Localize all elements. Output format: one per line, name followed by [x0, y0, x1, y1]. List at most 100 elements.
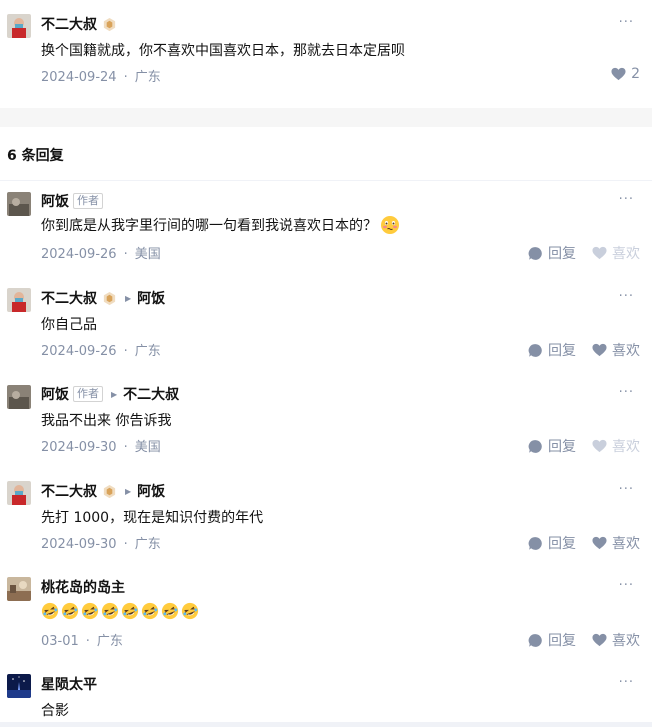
reply-button[interactable]: 回复	[528, 340, 576, 360]
section-divider	[0, 108, 652, 127]
comment-date: 2024-09-26	[41, 344, 117, 359]
comment-bubble-icon	[528, 536, 542, 550]
reply-button[interactable]: 回复	[528, 533, 576, 553]
comment-text: 合影	[41, 703, 69, 719]
avatar[interactable]	[7, 481, 31, 505]
rofl-emoji-icon	[61, 602, 79, 620]
more-dots-icon[interactable]: ···	[619, 192, 634, 207]
author-name[interactable]: 不二大叔	[41, 481, 97, 501]
comment-location: 美国	[134, 440, 161, 455]
reply-button[interactable]: 回复	[528, 243, 576, 263]
reply-to-arrow-icon: ▶	[125, 293, 132, 303]
like-button[interactable]: 2	[611, 66, 640, 82]
replies-count-title: 6 条回复	[7, 148, 64, 164]
separator: ·	[123, 440, 128, 455]
avatar[interactable]	[7, 288, 31, 312]
heart-icon	[611, 67, 626, 81]
avatar[interactable]	[7, 385, 31, 409]
reply-to-arrow-icon: ▶	[125, 486, 132, 496]
like-label: 喜欢	[612, 439, 640, 455]
comment-meta: 2024-09-26 · 广东	[41, 340, 161, 359]
author-row: 阿饭 作者 ▶ 不二大叔	[41, 384, 179, 404]
comment-actions: 回复 喜欢	[512, 436, 640, 456]
like-count: 2	[631, 66, 640, 82]
rofl-emoji-icon	[81, 602, 99, 620]
reply-label: 回复	[548, 536, 576, 552]
comment-location: 广东	[96, 634, 123, 649]
comment-text-content: 你到底是从我字里行间的哪一句看到我说喜欢日本的？	[41, 218, 377, 234]
author-row: 不二大叔 ▶ 阿饭	[41, 481, 165, 501]
rofl-emoji-icon	[101, 602, 119, 620]
author-tag: 作者	[73, 193, 103, 209]
separator: ·	[123, 537, 128, 552]
hexagon-badge-icon	[103, 17, 116, 31]
comment-text	[41, 602, 201, 620]
like-button[interactable]: 喜欢	[592, 630, 640, 650]
comment-meta: 2024-09-24 · 广东	[41, 66, 161, 85]
reply-target-name[interactable]: 阿饭	[137, 288, 165, 308]
author-row: 不二大叔	[41, 14, 117, 34]
comment-location: 广东	[134, 537, 161, 552]
separator: ·	[123, 344, 128, 359]
reply-target-name[interactable]: 阿饭	[137, 481, 165, 501]
comment-date: 2024-09-30	[41, 537, 117, 552]
comment-meta: 2024-09-30 · 广东	[41, 533, 161, 552]
reply-target-name[interactable]: 不二大叔	[123, 384, 179, 404]
author-name[interactable]: 桃花岛的岛主	[41, 577, 125, 597]
reply-button[interactable]: 回复	[528, 436, 576, 456]
comment-actions: 回复 喜欢	[512, 243, 640, 263]
like-label: 喜欢	[612, 246, 640, 262]
avatar[interactable]	[7, 14, 31, 38]
hexagon-badge-icon	[103, 484, 116, 498]
rofl-emoji-icon	[121, 602, 139, 620]
reply-button[interactable]: 回复	[528, 630, 576, 650]
comment-location: 美国	[134, 247, 161, 262]
author-name[interactable]: 不二大叔	[41, 288, 97, 308]
author-name[interactable]: 阿饭	[41, 191, 69, 211]
comment-bubble-icon	[528, 633, 542, 647]
comment-date: 03-01	[41, 634, 79, 649]
separator: ·	[85, 634, 90, 649]
like-label: 喜欢	[612, 536, 640, 552]
reply-label: 回复	[548, 343, 576, 359]
header-rule	[0, 180, 652, 181]
avatar[interactable]	[7, 192, 31, 216]
author-name[interactable]: 星陨太平	[41, 674, 97, 694]
comment-meta: 2024-09-30 · 美国	[41, 436, 161, 455]
comment-bubble-icon	[528, 246, 542, 260]
author-row: 桃花岛的岛主	[41, 577, 125, 597]
like-button[interactable]: 喜欢	[592, 243, 640, 263]
heart-icon	[592, 633, 607, 647]
rofl-emoji-icon	[161, 602, 179, 620]
more-dots-icon[interactable]: ···	[619, 482, 634, 497]
comment-text: 你到底是从我字里行间的哪一句看到我说喜欢日本的？	[41, 215, 400, 235]
more-dots-icon[interactable]: ···	[619, 675, 634, 690]
more-dots-icon[interactable]: ···	[619, 15, 634, 30]
more-dots-icon[interactable]: ···	[619, 385, 634, 400]
comment-text: 先打 1000，现在是知识付费的年代	[41, 510, 264, 526]
avatar[interactable]	[7, 577, 31, 601]
author-name[interactable]: 不二大叔	[41, 14, 97, 34]
like-button[interactable]: 喜欢	[592, 340, 640, 360]
comment-actions: 2	[595, 66, 640, 82]
author-row: 星陨太平	[41, 674, 97, 694]
comment-date: 2024-09-24	[41, 70, 117, 85]
comment-text: 你自己品	[41, 317, 97, 333]
comment-meta: 2024-09-26 · 美国	[41, 243, 161, 262]
hexagon-badge-icon	[103, 291, 116, 305]
heart-icon	[592, 439, 607, 453]
author-name[interactable]: 阿饭	[41, 384, 69, 404]
comment-date: 2024-09-30	[41, 440, 117, 455]
comment-bubble-icon	[528, 439, 542, 453]
more-dots-icon[interactable]: ···	[619, 289, 634, 304]
comment-actions: 回复 喜欢	[512, 340, 640, 360]
comment-location: 广东	[134, 344, 161, 359]
like-button[interactable]: 喜欢	[592, 436, 640, 456]
author-tag: 作者	[73, 386, 103, 402]
more-dots-icon[interactable]: ···	[619, 578, 634, 593]
separator: ·	[123, 247, 128, 262]
rofl-emoji-icon	[181, 602, 199, 620]
avatar[interactable]	[7, 674, 31, 698]
comment-actions: 回复 喜欢	[512, 630, 640, 650]
like-button[interactable]: 喜欢	[592, 533, 640, 553]
